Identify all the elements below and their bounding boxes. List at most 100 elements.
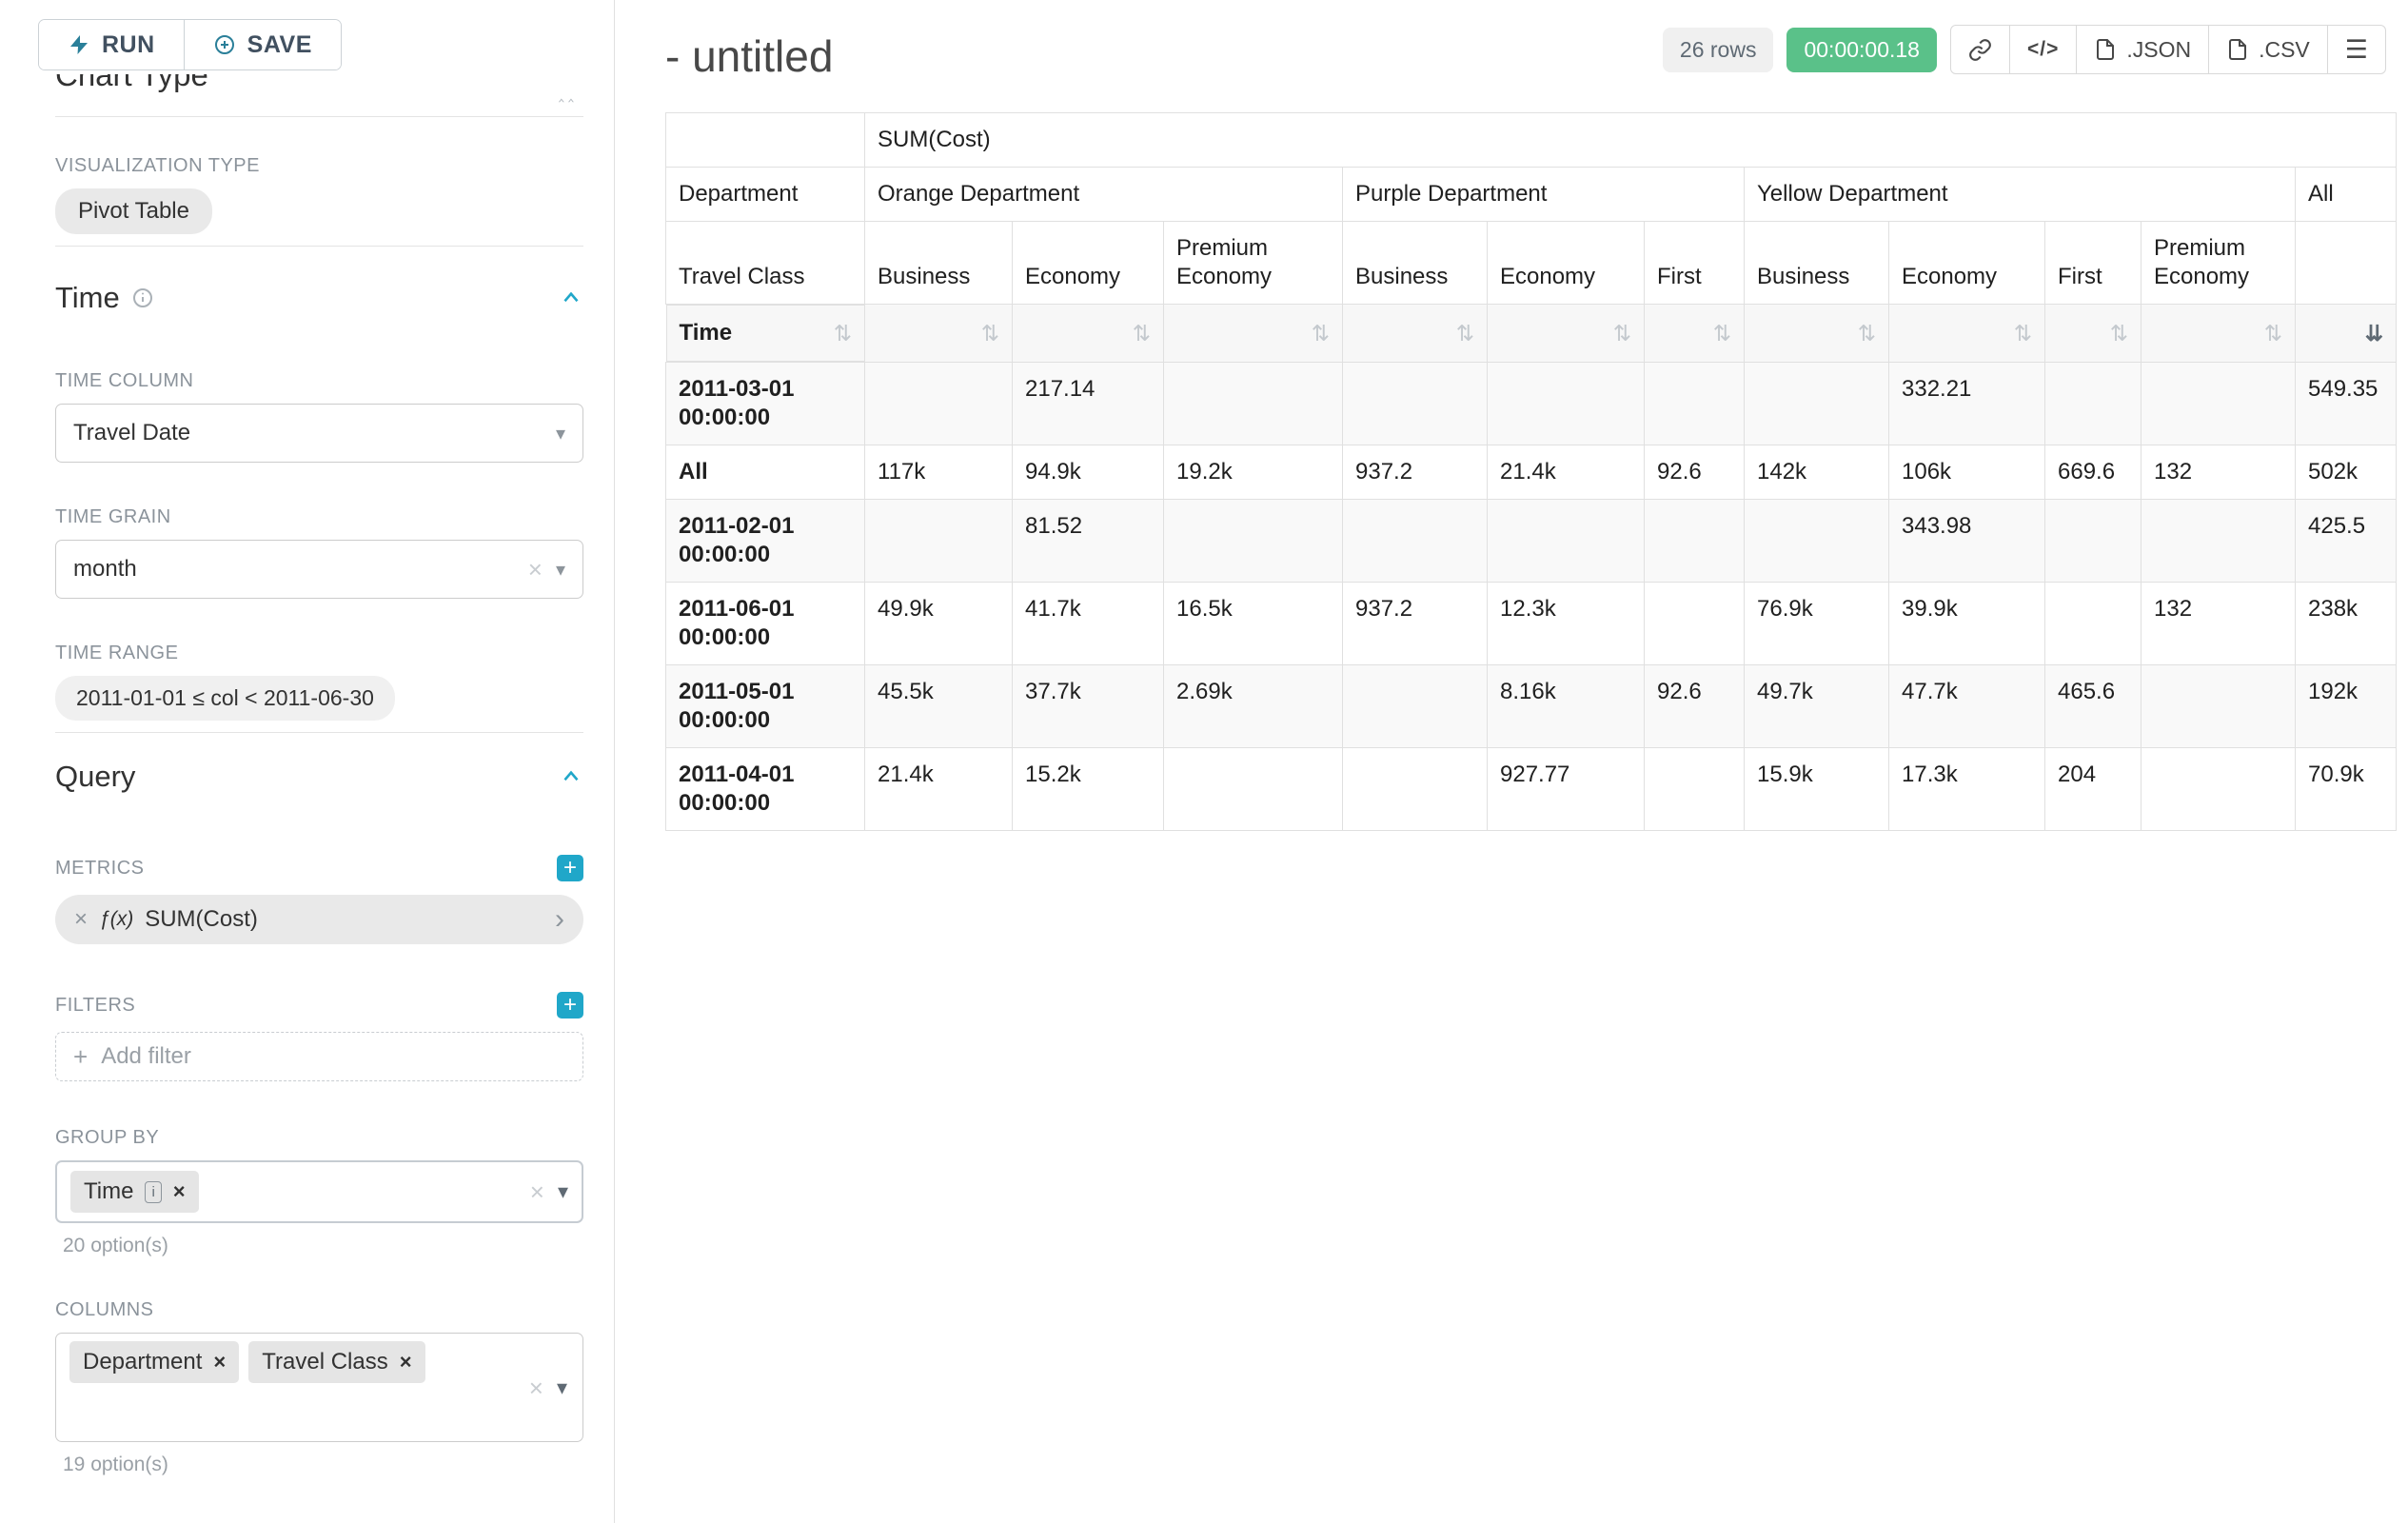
export-csv-label: .CSV — [2259, 37, 2310, 63]
chart-title[interactable]: - untitled — [665, 30, 833, 82]
chevron-right-icon[interactable]: › — [555, 905, 564, 934]
metric-header-row: SUM(Cost) — [666, 113, 2397, 168]
lightning-icon — [68, 33, 90, 56]
caret-down-icon: ▾ — [556, 558, 565, 582]
value-cell: 47.7k — [1889, 665, 2045, 748]
table-row: 2011-03-01 00:00:00217.14332.21549.35 — [666, 363, 2397, 445]
value-cell — [1343, 665, 1488, 748]
value-cell: 16.5k — [1164, 583, 1343, 665]
sort-icon[interactable]: ⇅ — [1613, 320, 1631, 347]
clear-all-icon[interactable]: × — [529, 1375, 543, 1400]
time-column-select[interactable]: Travel Date ▾ — [55, 404, 583, 463]
value-cell: 117k — [865, 445, 1013, 500]
metric-chip[interactable]: × ƒ(x) SUM(Cost) › — [55, 895, 583, 944]
sort-header[interactable]: ⇅ — [2045, 305, 2142, 363]
chart-header-actions: 26 rows 00:00:00.18 </> .JSON . — [1663, 25, 2386, 74]
query-timer-badge: 00:00:00.18 — [1786, 28, 1937, 72]
sort-header[interactable]: ⇅ — [1488, 305, 1645, 363]
sort-header[interactable]: ⇅ — [1013, 305, 1164, 363]
time-section-header[interactable]: Time — [55, 281, 583, 315]
value-cell: 142k — [1745, 445, 1889, 500]
value-cell — [1343, 748, 1488, 831]
visualization-type-value[interactable]: Pivot Table — [55, 188, 212, 234]
columns-tag[interactable]: Department × — [69, 1341, 239, 1383]
collapse-dots-icon[interactable]: ‸‸ — [559, 83, 578, 103]
view-query-button[interactable]: </> — [2009, 25, 2077, 74]
divider — [55, 732, 583, 733]
sort-header[interactable]: ⇅ — [1164, 305, 1343, 363]
sort-icon[interactable]: ⇅ — [2264, 320, 2282, 347]
sort-header[interactable]: ⇊ — [2296, 305, 2397, 363]
caret-down-icon: ▾ — [557, 1375, 567, 1400]
value-cell: 465.6 — [2045, 665, 2142, 748]
column-header: Business — [1343, 222, 1488, 305]
query-section-header[interactable]: Query — [55, 760, 583, 794]
filters-label: FILTERS — [55, 995, 135, 1017]
chart-type-section-header: Chart Type ‸‸ — [55, 74, 583, 105]
column-group-header: All — [2296, 168, 2397, 222]
value-cell — [1488, 500, 1645, 583]
sort-header[interactable]: ⇅ — [1645, 305, 1745, 363]
sort-icon[interactable]: ⇅ — [981, 320, 999, 347]
value-cell: 217.14 — [1013, 363, 1164, 445]
value-cell: 19.2k — [1164, 445, 1343, 500]
sort-icon[interactable]: ⇅ — [834, 320, 852, 347]
sort-icon[interactable]: ⇅ — [2014, 320, 2032, 347]
sort-row: Time⇅⇅⇅⇅⇅⇅⇅⇅⇅⇅⇅⇊ — [666, 305, 2397, 363]
run-button[interactable]: RUN — [39, 20, 184, 69]
value-cell — [1164, 363, 1343, 445]
clear-icon[interactable]: × — [528, 557, 543, 582]
row-header: 2011-06-01 00:00:00 — [666, 583, 865, 665]
remove-tag-icon[interactable]: × — [213, 1350, 226, 1375]
sort-header[interactable]: ⇅ — [1745, 305, 1889, 363]
export-csv-button[interactable]: .CSV — [2208, 25, 2328, 74]
clear-all-icon[interactable]: × — [530, 1179, 544, 1204]
sort-icon[interactable]: ⇅ — [1133, 320, 1151, 347]
sort-icon[interactable]: ⇅ — [1312, 320, 1330, 347]
time-range-label: TIME RANGE — [55, 643, 583, 664]
remove-metric-icon[interactable]: × — [74, 906, 88, 933]
value-cell: 81.52 — [1013, 500, 1164, 583]
time-range-value[interactable]: 2011-01-01 ≤ col < 2011-06-30 — [55, 676, 395, 721]
table-row: 2011-05-01 00:00:0045.5k37.7k2.69k8.16k9… — [666, 665, 2397, 748]
time-grain-label: TIME GRAIN — [55, 506, 583, 528]
columns-select[interactable]: Department × Travel Class × × ▾ — [55, 1333, 583, 1442]
sort-header[interactable]: ⇅ — [2142, 305, 2296, 363]
sort-icon[interactable]: ⇅ — [1713, 320, 1731, 347]
value-cell — [2142, 500, 2296, 583]
more-options-button[interactable]: ☰ — [2327, 25, 2386, 74]
group-by-options-hint: 20 option(s) — [63, 1235, 583, 1257]
chevron-up-icon[interactable] — [559, 286, 583, 310]
sort-icon[interactable]: ⇅ — [1456, 320, 1474, 347]
column-header — [2296, 222, 2397, 305]
group-by-tag[interactable]: Time i × — [70, 1171, 199, 1213]
sort-descending-icon[interactable]: ⇊ — [2365, 320, 2383, 347]
chevron-up-icon[interactable] — [559, 764, 583, 789]
sort-header[interactable]: ⇅ — [1343, 305, 1488, 363]
sort-header[interactable]: ⇅ — [865, 305, 1013, 363]
table-row: 2011-04-01 00:00:0021.4k15.2k927.7715.9k… — [666, 748, 2397, 831]
add-filter-plus-button[interactable]: + — [557, 992, 583, 1019]
columns-tag[interactable]: Travel Class × — [248, 1341, 424, 1383]
remove-tag-icon[interactable]: × — [400, 1350, 412, 1375]
copy-link-button[interactable] — [1950, 25, 2010, 74]
add-metric-button[interactable]: + — [557, 855, 583, 881]
value-cell — [1745, 363, 1889, 445]
sort-header[interactable]: ⇅ — [1889, 305, 2045, 363]
add-filter-box[interactable]: + Add filter — [55, 1032, 583, 1081]
remove-tag-icon[interactable]: × — [173, 1179, 186, 1204]
sort-icon[interactable]: ⇅ — [1858, 320, 1876, 347]
column-info-icon[interactable]: i — [145, 1181, 161, 1203]
time-grain-select[interactable]: month × ▾ — [55, 540, 583, 599]
group-by-select[interactable]: Time i × × ▾ — [55, 1160, 583, 1223]
value-cell: 45.5k — [865, 665, 1013, 748]
export-json-button[interactable]: .JSON — [2076, 25, 2209, 74]
row-header: 2011-05-01 00:00:00 — [666, 665, 865, 748]
group-by-label: GROUP BY — [55, 1127, 583, 1149]
time-sort-header[interactable]: Time⇅ — [666, 305, 865, 362]
sort-icon[interactable]: ⇅ — [2110, 320, 2128, 347]
row-header: 2011-03-01 00:00:00 — [666, 363, 865, 445]
save-button[interactable]: SAVE — [184, 20, 341, 69]
value-cell — [865, 500, 1013, 583]
column-header: First — [1645, 222, 1745, 305]
